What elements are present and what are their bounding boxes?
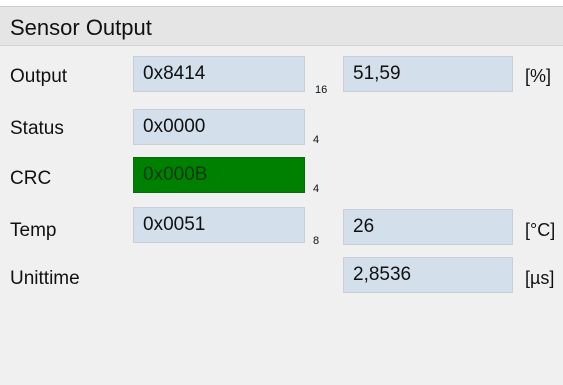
unittime-label: Unittime — [10, 268, 80, 289]
output-hex-field[interactable]: 0x8414 — [133, 56, 305, 92]
status-label: Status — [10, 118, 64, 139]
temp-label: Temp — [10, 220, 57, 241]
unittime-value-field[interactable]: 2,8536 — [343, 257, 513, 293]
crc-label: CRC — [10, 168, 52, 189]
panel-title: Sensor Output — [10, 15, 152, 40]
panel-header: Sensor Output — [0, 7, 563, 46]
temp-unit: [°C] — [525, 220, 556, 240]
unittime-unit: [µs] — [525, 268, 555, 288]
output-unit: [%] — [525, 66, 552, 86]
status-bits-subscript: 4 — [313, 134, 320, 146]
temp-bits-subscript: 8 — [313, 235, 320, 247]
status-hex-field[interactable]: 0x0000 — [133, 109, 305, 145]
output-value-field[interactable]: 51,59 — [343, 56, 513, 92]
temp-hex-field[interactable]: 0x0051 — [133, 207, 305, 243]
temp-value-field[interactable]: 26 — [343, 209, 513, 245]
sensor-output-panel: Sensor Output Output 0x8414 16 51,59 [%]… — [0, 0, 563, 385]
output-bits-subscript: 16 — [315, 84, 328, 96]
output-label: Output — [10, 66, 68, 87]
top-border — [0, 0, 563, 7]
crc-hex-field[interactable]: 0x000B — [133, 157, 305, 193]
crc-bits-subscript: 4 — [313, 183, 320, 195]
